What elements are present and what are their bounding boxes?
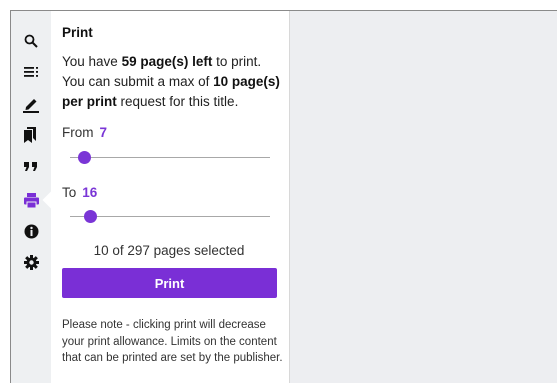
print-icon: [23, 192, 39, 208]
pages-left-value: 59 page(s) left: [121, 54, 213, 69]
print-panel: Print You have 59 page(s) left to print.…: [51, 11, 290, 383]
from-label: From 7: [62, 125, 108, 140]
info-icon: [24, 224, 38, 238]
bookmarks-icon: [24, 127, 36, 143]
to-page-slider[interactable]: [70, 209, 270, 223]
app-window: Print You have 59 page(s) left to print.…: [10, 10, 557, 383]
citation-button[interactable]: [21, 156, 41, 176]
to-slider-track: [70, 216, 270, 217]
print-nav-button[interactable]: [21, 190, 41, 210]
to-slider-thumb[interactable]: [84, 210, 97, 223]
info-button[interactable]: [21, 221, 41, 241]
from-page-slider[interactable]: [70, 150, 270, 164]
panel-title: Print: [62, 25, 93, 40]
citation-quote-icon: [24, 162, 37, 171]
table-of-contents-icon: [23, 67, 38, 77]
print-note: Please note - clicking print will decrea…: [62, 319, 283, 364]
settings-button[interactable]: [21, 252, 41, 272]
table-of-contents-button[interactable]: [21, 62, 41, 82]
from-slider-track: [70, 157, 270, 158]
print-allowance-info: You have 59 page(s) left to print. You c…: [62, 54, 280, 109]
bookmarks-button[interactable]: [21, 125, 41, 145]
to-label: To 16: [62, 185, 98, 200]
search-button[interactable]: [21, 31, 41, 51]
to-value: 16: [82, 185, 98, 200]
annotate-button[interactable]: [21, 94, 41, 114]
pages-selected-count: 10 of 297 pages selected: [93, 243, 245, 258]
search-icon: [24, 34, 38, 48]
settings-gear-icon: [23, 254, 39, 270]
from-value: 7: [99, 125, 108, 140]
document-viewer-area: [290, 11, 557, 383]
print-button[interactable]: Print: [62, 268, 277, 298]
from-slider-thumb[interactable]: [78, 151, 91, 164]
annotate-pen-icon: [23, 98, 39, 113]
